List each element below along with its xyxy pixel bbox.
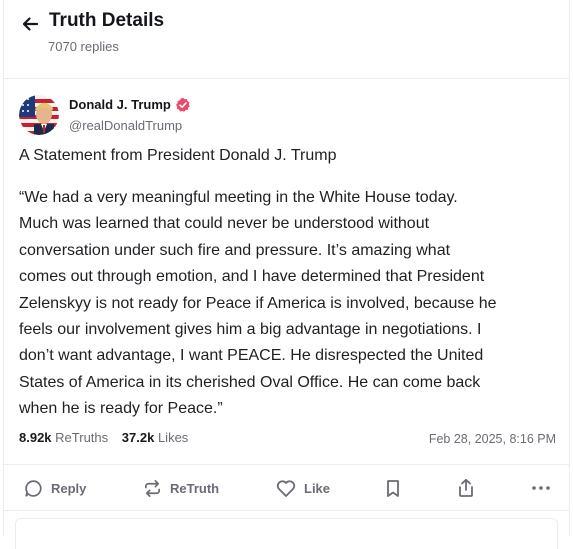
retruths-label: ReTruths: [55, 430, 109, 445]
post-line: don’t want advantage, I want PEACE. He d…: [19, 347, 484, 365]
heart-icon: [276, 479, 296, 497]
bookmark-icon: [387, 479, 399, 497]
display-name[interactable]: Donald J. Trump: [69, 97, 171, 112]
more-icon: [532, 486, 550, 490]
stats-divider: [4, 464, 569, 465]
likes-count: 37.2k: [121, 430, 155, 445]
post-line: feels our involvement gives him a big ad…: [19, 321, 482, 339]
more-button[interactable]: [531, 475, 551, 501]
post-line: when he is ready for Peace.”: [19, 400, 223, 418]
actions-divider: [4, 510, 569, 511]
retruth-button[interactable]: ReTruth: [143, 475, 219, 501]
retruths-count: 8.92k: [19, 430, 52, 445]
post-line: Much was learned that could never be und…: [19, 215, 430, 233]
reply-icon: [25, 479, 42, 497]
verified-icon: [176, 97, 190, 112]
reply-card-edge: [15, 518, 558, 549]
page-title: Truth Details: [49, 10, 165, 31]
retruth-label: ReTruth: [170, 480, 220, 496]
reply-button[interactable]: Reply: [24, 475, 86, 501]
likes-stat[interactable]: 37.2k Likes: [122, 430, 189, 445]
post-line: States of America in its cherished Oval …: [19, 373, 481, 391]
back-arrow-icon: [22, 17, 39, 31]
bookmark-button[interactable]: [385, 475, 401, 501]
avatar[interactable]: [19, 95, 59, 135]
avatar-image: [19, 95, 59, 135]
post-line: “We had a very meaningful meeting in the…: [19, 189, 458, 206]
user-handle[interactable]: @realDonaldTrump: [69, 118, 182, 133]
share-icon: [459, 478, 473, 497]
like-button[interactable]: Like: [276, 475, 330, 501]
header-divider: [4, 78, 569, 79]
post-line: Zelenskyy is not ready for Peace if Amer…: [19, 294, 497, 312]
retruths-stat[interactable]: 8.92k ReTruths: [19, 430, 108, 445]
post-stats: 8.92k ReTruths 37.2k Likes: [19, 430, 188, 445]
reply-count: 7070 replies: [48, 39, 119, 54]
post-line: conversation under such fire and pressur…: [19, 241, 451, 259]
back-button[interactable]: [20, 14, 40, 34]
post-line: comes out through emotion, and I have de…: [19, 268, 485, 286]
likes-label: Likes: [157, 430, 189, 445]
post-text: “We had a very meaningful meeting in the…: [19, 185, 559, 423]
reply-label: Reply: [51, 480, 87, 496]
like-label: Like: [304, 480, 331, 496]
share-button[interactable]: [457, 475, 475, 501]
retruth-icon: [144, 479, 161, 497]
post-title: A Statement from President Donald J. Tru…: [19, 147, 337, 164]
post-timestamp[interactable]: Feb 28, 2025, 8:16 PM: [429, 432, 556, 446]
